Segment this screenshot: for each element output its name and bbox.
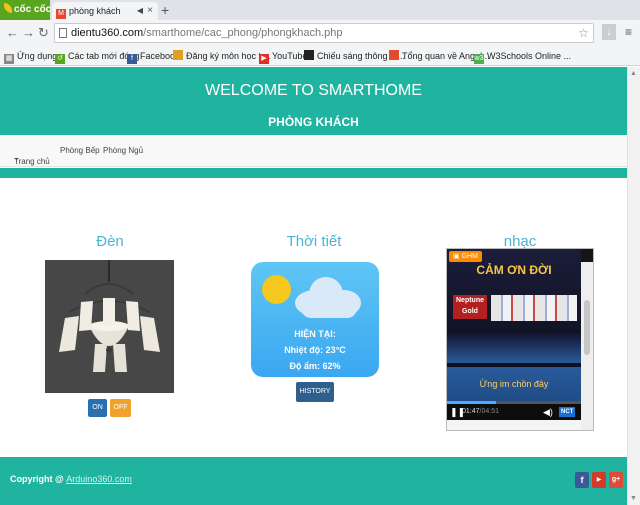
volume-icon[interactable]: ◀)	[543, 404, 553, 420]
facebook-icon: f	[127, 54, 137, 64]
url-host: dientu360.com	[71, 27, 144, 39]
stage-image	[447, 333, 581, 363]
apps-icon: ▦	[4, 54, 14, 64]
w3-icon: w3	[474, 54, 484, 64]
address-bar-row: ← → ↻ dientu360.com/smarthome/cac_phong/…	[0, 20, 640, 46]
header-divider	[0, 168, 627, 178]
back-arrow-icon[interactable]: ←	[6, 24, 19, 42]
browser-tab[interactable]: Mphòng khách ◀ ×	[52, 2, 158, 20]
player-badge: ▣ GHM	[449, 251, 482, 262]
site-header: WELCOME TO SMARTHOME PHÒNG KHÁCH	[0, 67, 627, 135]
speaker-icon[interactable]: ◀	[137, 2, 143, 20]
light-off-button[interactable]: OFF	[110, 399, 131, 417]
weather-card: HIỆN TẠI: Nhiệt độ: 23°C Độ ẩm: 62%	[251, 262, 379, 377]
forward-arrow-icon[interactable]: →	[22, 24, 35, 42]
download-icon[interactable]: ↓	[602, 24, 616, 40]
room-title: PHÒNG KHÁCH	[268, 115, 359, 129]
poster-heading: CẢM ƠN ĐỜI	[476, 263, 552, 277]
tab-favicon: M	[56, 9, 66, 19]
nct-logo: NCT	[559, 407, 576, 417]
sun-icon	[262, 275, 291, 304]
playlist-strip	[447, 420, 581, 430]
browser-tab-bar: cốc cốc Mphòng khách ◀ × +	[0, 0, 640, 20]
url-field[interactable]: dientu360.com/smarthome/cac_phong/phongk…	[54, 23, 594, 43]
page-icon	[304, 50, 314, 60]
browser-logo[interactable]: cốc cốc	[0, 0, 50, 20]
album-art: ▣ GHM CẢM ƠN ĐỜI Neptune Gold	[447, 249, 581, 367]
lamp-image	[45, 260, 174, 393]
weather-title: Thời tiết	[286, 233, 342, 250]
weather-now-label: HIỆN TẠI:	[294, 329, 336, 339]
page-icon	[59, 28, 67, 38]
light-on-button[interactable]: ON	[88, 399, 107, 417]
history-button[interactable]: HISTORY	[296, 382, 334, 402]
tab-title: phòng khách	[69, 6, 121, 16]
player-scrollbar[interactable]	[581, 262, 593, 430]
page-scrollbar[interactable]: ▲ ▼	[627, 67, 640, 505]
bookmarks-bar: ▦ Ứng dụng ↺ Các tab mới đóng f Facebook Đă…	[0, 46, 640, 66]
new-tab-button[interactable]: +	[161, 1, 169, 19]
light-title: Đèn	[96, 233, 124, 250]
site-title: WELCOME TO SMARTHOME	[205, 82, 422, 99]
poster-brand: Neptune Gold	[453, 295, 487, 319]
weather-humidity: Độ ẩm: 62%	[289, 361, 341, 371]
scrollbar-thumb[interactable]	[584, 300, 590, 355]
google-plus-icon[interactable]: g+	[609, 472, 623, 488]
caret-down-icon: ▼	[14, 157, 19, 163]
scroll-up-icon[interactable]: ▲	[630, 70, 637, 77]
page-content: WELCOME TO SMARTHOME PHÒNG KHÁCH Trang c…	[0, 67, 627, 505]
page-icon	[173, 50, 183, 60]
bookmark-facebook[interactable]: f Facebook	[127, 49, 180, 64]
scroll-down-icon[interactable]: ▼	[630, 495, 637, 502]
copyright-text: Copyright @ Arduino360.com	[10, 474, 132, 484]
page-icon	[389, 50, 399, 60]
youtube-icon: ▶	[259, 54, 269, 64]
bookmark-course[interactable]: Đăng ký môn học tr...	[173, 49, 271, 63]
song-title: Ừng im chồn đây	[479, 379, 549, 389]
navbar: Trang chủ ▼ Phòng Bếp Phòng Ngủ	[0, 135, 627, 167]
star-icon[interactable]: ☆	[578, 24, 589, 42]
lock-icon: ▣	[453, 253, 460, 260]
weather-temperature: Nhiệt độ: 23°C	[284, 345, 346, 355]
menu-icon[interactable]: ≡	[625, 25, 632, 39]
bookmark-w3schools[interactable]: w3 W3Schools Online ...	[474, 49, 571, 64]
chandelier-icon	[45, 260, 174, 393]
footer-link[interactable]: Arduino360.com	[66, 474, 132, 484]
site-footer: Copyright @ Arduino360.com f ▶ g+	[0, 457, 627, 505]
leaf-icon	[4, 3, 12, 13]
player-controls: ❚❚ 01:47/04:51 ◀) NCT	[447, 404, 581, 420]
recent-icon: ↺	[55, 54, 65, 64]
reload-icon[interactable]: ↻	[38, 24, 49, 42]
bookmark-youtube[interactable]: ▶ YouTube	[259, 49, 307, 64]
bookmark-apps[interactable]: ▦ Ứng dụng	[4, 49, 57, 64]
url-path: /smarthome/cac_phong/phongkhach.php	[143, 27, 343, 39]
facebook-icon[interactable]: f	[575, 472, 589, 488]
youtube-icon[interactable]: ▶	[592, 472, 606, 488]
time-display: 01:47/04:51	[462, 408, 500, 415]
nav-kitchen[interactable]: Phòng Bếp	[60, 146, 100, 155]
music-player: ▣ GHM CẢM ƠN ĐỜI Neptune Gold Ừng im chồ…	[446, 248, 594, 431]
nav-bedroom[interactable]: Phòng Ngủ	[103, 146, 143, 155]
close-icon[interactable]: ×	[147, 2, 153, 20]
sponsor-logos	[491, 295, 577, 321]
player-visual: Ừng im chồn đây	[447, 367, 581, 401]
